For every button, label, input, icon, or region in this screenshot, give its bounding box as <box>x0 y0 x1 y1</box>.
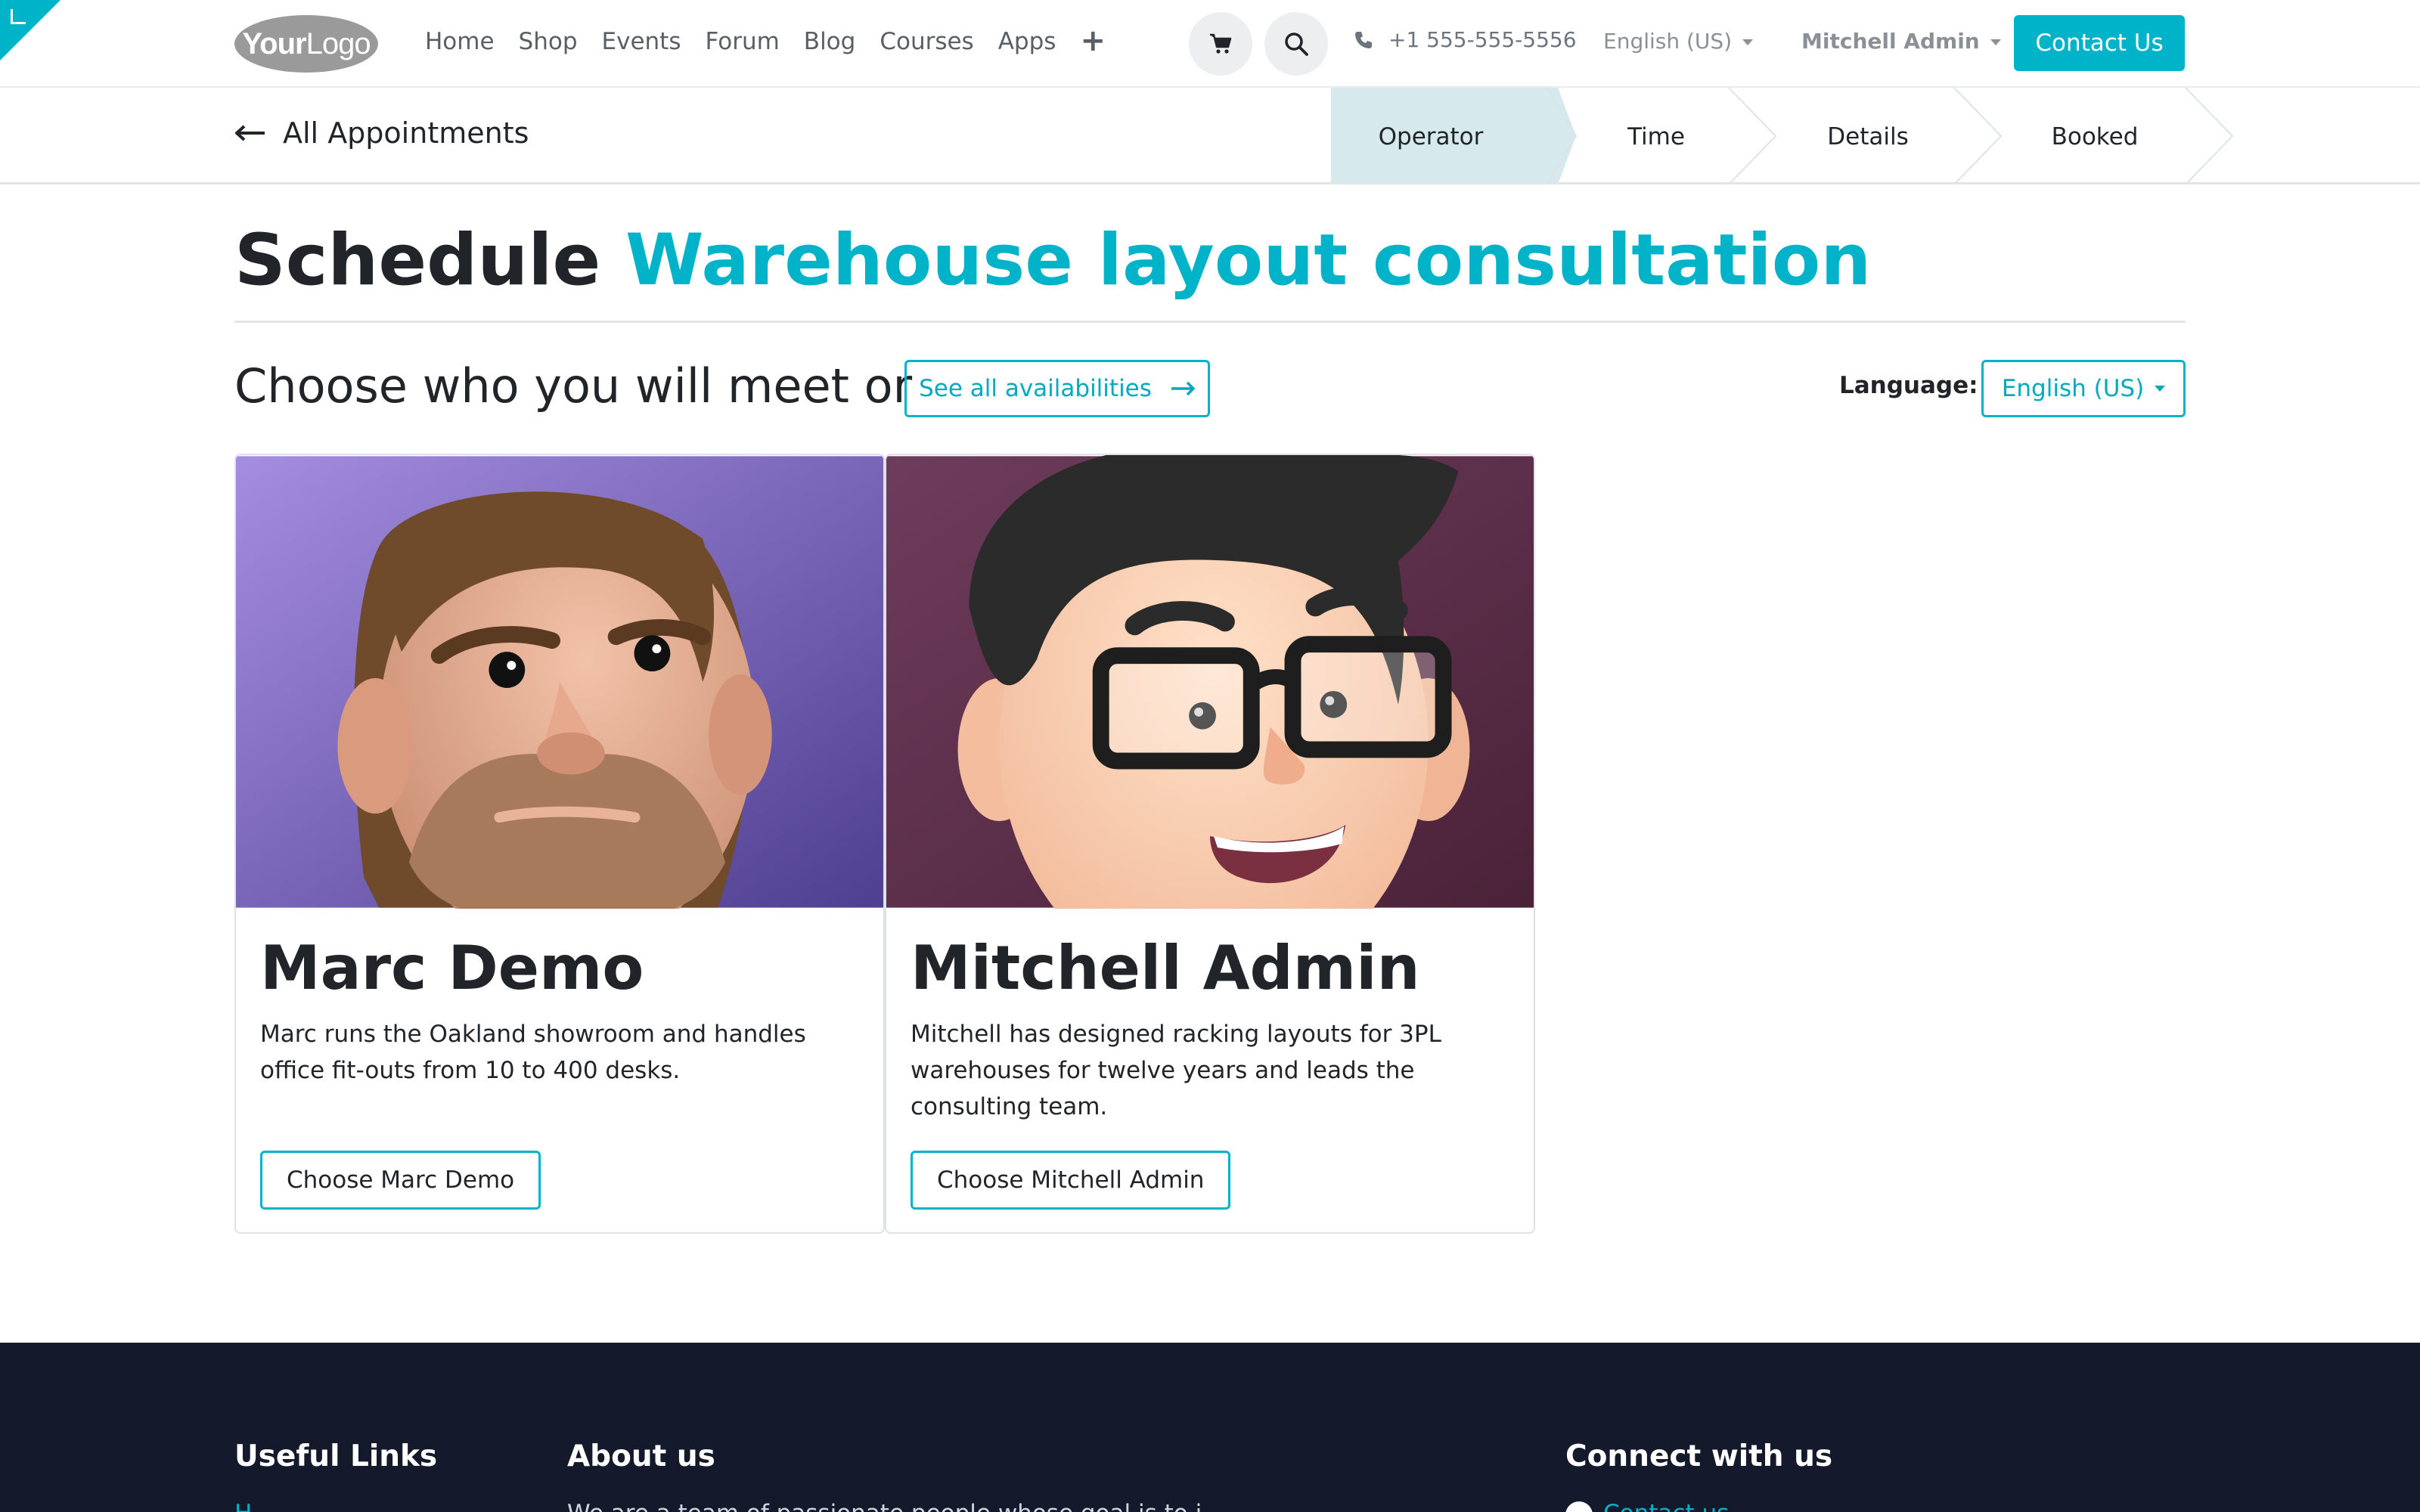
language-select[interactable]: English (US) <box>1981 360 2186 417</box>
progress-steps: Operator Time Details Booked <box>1331 88 2234 184</box>
choose-operator-heading: Choose who you will meet or <box>234 358 913 414</box>
choose-operator-button[interactable]: Choose Mitchell Admin <box>911 1151 1231 1210</box>
language-dropdown[interactable]: English (US) <box>1603 29 1754 54</box>
user-menu-label: Mitchell Admin <box>1801 29 1980 54</box>
footer-link-home[interactable]: H <box>234 1500 252 1512</box>
operator-description: Marc runs the Oakland showroom and handl… <box>260 1021 806 1084</box>
step-separator <box>2185 88 2234 184</box>
logo-text-light: Logo <box>306 26 371 60</box>
operator-card[interactable]: Marc Demo Marc runs the Oakland showroom… <box>234 454 885 1234</box>
nav-shop[interactable]: Shop <box>519 23 578 60</box>
step-separator <box>1728 88 1777 184</box>
title-divider <box>234 321 2186 323</box>
footer-contact-label: Contact us <box>1603 1500 1729 1512</box>
phone-contact[interactable]: +1 555-555-5556 <box>1354 27 1577 52</box>
arrow-right-icon <box>1171 381 1195 396</box>
top-navbar: YourLogo Home Shop Events Forum Blog Cou… <box>0 0 2420 88</box>
nav-blog[interactable]: Blog <box>804 23 856 60</box>
search-icon <box>1285 33 1308 56</box>
language-dropdown-label: English (US) <box>1603 29 1733 54</box>
about-us-text: We are a team of passionate people whose… <box>567 1500 1202 1512</box>
step-time: Time <box>1627 123 1685 150</box>
operator-name: Mitchell Admin <box>911 933 1420 1003</box>
chevron-down-icon <box>2155 386 2166 392</box>
step-operator: Operator <box>1379 123 1484 150</box>
operator-name: Marc Demo <box>260 933 644 1003</box>
phone-icon <box>1355 31 1372 48</box>
all-appointments-label: All Appointments <box>283 116 529 150</box>
page-title-prefix: Schedule <box>234 219 601 302</box>
step-booked: Booked <box>2052 123 2139 150</box>
language-label: Language: <box>1839 372 1978 399</box>
chevron-down-icon <box>1990 39 2001 45</box>
envelope-icon <box>1565 1501 1593 1512</box>
operator-card[interactable]: Mitchell Admin Mitchell has designed rac… <box>885 454 1535 1234</box>
main-nav: Home Shop Events Forum Blog Courses Apps… <box>425 23 1106 60</box>
connect-heading: Connect with us <box>1565 1439 1833 1473</box>
choose-operator-button[interactable]: Choose Marc Demo <box>260 1151 541 1210</box>
corner-mark-icon <box>11 9 26 24</box>
step-details: Details <box>1827 123 1908 150</box>
operator-avatar-mitchell <box>886 455 1534 909</box>
operator-avatar-marc <box>236 456 883 909</box>
cart-icon <box>1210 33 1232 54</box>
contact-us-button[interactable]: Contact Us <box>2014 15 2185 71</box>
page-title: Schedule Warehouse layout consultation <box>234 219 1871 302</box>
useful-links-heading: Useful Links <box>234 1439 438 1473</box>
user-menu[interactable]: Mitchell Admin <box>1801 29 2001 54</box>
chevron-down-icon <box>1742 39 1754 45</box>
site-footer: Useful Links H About us We are a team of… <box>0 1343 2420 1512</box>
appointment-progress-bar: All Appointments Operator Time Details B… <box>0 88 2420 184</box>
step-separator <box>1953 88 2003 184</box>
appointment-type-name: Warehouse layout consultation <box>625 219 1872 302</box>
edit-corner-icon[interactable] <box>0 0 60 60</box>
nav-home[interactable]: Home <box>425 23 495 60</box>
nav-courses[interactable]: Courses <box>880 23 973 60</box>
language-select-value: English (US) <box>2001 375 2145 402</box>
logo-text-bold: Your <box>242 26 306 60</box>
about-us-heading: About us <box>567 1439 715 1473</box>
operator-description: Mitchell has designed racking layouts fo… <box>911 1021 1441 1120</box>
nav-events[interactable]: Events <box>602 23 681 60</box>
phone-number: +1 555-555-5556 <box>1388 27 1577 52</box>
plus-icon[interactable]: + <box>1080 23 1106 60</box>
see-all-availabilities-button[interactable]: See all availabilities <box>904 360 1210 417</box>
all-appointments-link[interactable]: All Appointments <box>234 116 529 150</box>
nav-apps[interactable]: Apps <box>998 23 1056 60</box>
site-logo[interactable]: YourLogo <box>234 15 378 73</box>
arrow-left-icon <box>235 125 265 141</box>
footer-contact-link[interactable]: Contact us <box>1565 1500 1729 1512</box>
see-all-availabilities-label: See all availabilities <box>919 375 1152 402</box>
search-button[interactable] <box>1264 12 1328 76</box>
nav-forum[interactable]: Forum <box>706 23 780 60</box>
cart-button[interactable] <box>1189 12 1252 76</box>
